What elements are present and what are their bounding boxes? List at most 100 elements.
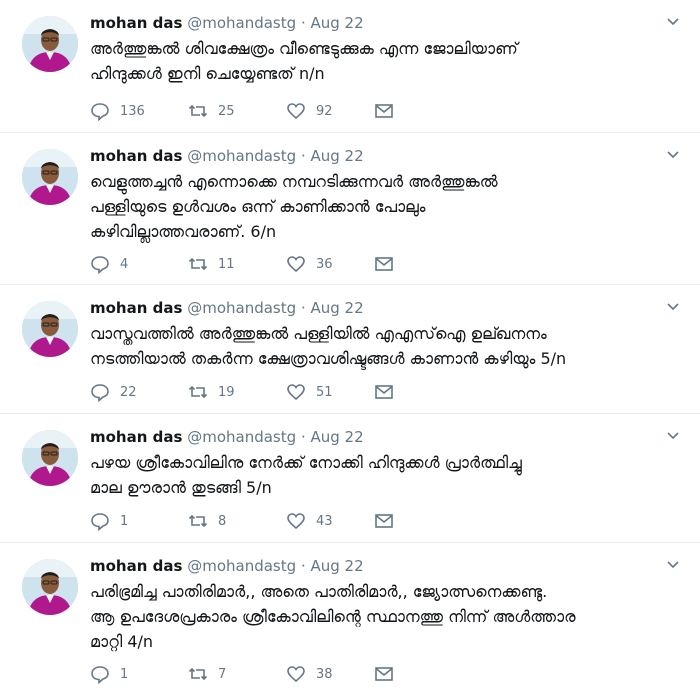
envelope-icon: [375, 514, 393, 528]
tweet-header: mohan das @mohandastg · Aug 22: [90, 426, 364, 448]
tweet-header: mohan das @mohandastg · Aug 22: [90, 145, 364, 167]
tweet-text: പഴയ ശ്രീകോവിലിനു നേർക്ക് നോക്കി ഹിന്ദുക്…: [90, 453, 522, 497]
avatar[interactable]: [22, 149, 78, 205]
dm-button[interactable]: [374, 381, 394, 403]
retweet-button[interactable]: 19: [188, 381, 235, 403]
author-handle[interactable]: @mohandastg: [187, 14, 296, 32]
heart-icon: [287, 513, 305, 530]
tweet-header: mohan das @mohandastg · Aug 22: [90, 555, 364, 577]
author-name[interactable]: mohan das: [90, 428, 182, 446]
reply-icon: [91, 513, 109, 531]
avatar[interactable]: [22, 430, 78, 486]
like-button[interactable]: 38: [286, 663, 333, 685]
like-button[interactable]: 36: [286, 253, 333, 275]
author-name[interactable]: mohan das: [90, 147, 182, 165]
like-count: 51: [316, 384, 333, 400]
author-name[interactable]: mohan das: [90, 14, 182, 32]
like-button[interactable]: 92: [286, 100, 333, 122]
reply-button[interactable]: 1: [90, 663, 128, 685]
tweet-date[interactable]: Aug 22: [311, 14, 364, 32]
retweet-icon: [188, 257, 208, 271]
retweet-icon: [188, 667, 208, 681]
envelope-icon: [375, 667, 393, 681]
chevron-down-icon[interactable]: [664, 149, 682, 163]
retweet-button[interactable]: 8: [188, 510, 226, 532]
chevron-down-icon[interactable]: [664, 559, 682, 573]
reply-icon: [91, 666, 109, 684]
reply-count: 4: [120, 256, 129, 272]
tweet[interactable]: mohan das @mohandastg · Aug 22 വെളുത്തച്…: [0, 133, 700, 285]
tweet-actions: 1 8 43: [90, 510, 510, 532]
tweet[interactable]: mohan das @mohandastg · Aug 22 അർത്തുങ്ക…: [0, 0, 700, 133]
tweet[interactable]: mohan das @mohandastg · Aug 22 പഴയ ശ്രീക…: [0, 414, 700, 543]
envelope-icon: [375, 104, 393, 118]
chevron-down-icon[interactable]: [664, 16, 682, 30]
like-button[interactable]: 43: [286, 510, 333, 532]
avatar[interactable]: [22, 16, 78, 72]
tweet-text: വാസ്തവത്തിൽ അർത്തുങ്കൽ പള്ളിയിൽ എഎസ്ഐ ഉല…: [90, 324, 567, 368]
tweet-actions: 22 19 51: [90, 381, 510, 403]
reply-icon: [91, 256, 109, 274]
author-handle[interactable]: @mohandastg: [187, 428, 296, 446]
like-button[interactable]: 51: [286, 381, 333, 403]
author-name[interactable]: mohan das: [90, 557, 182, 575]
reply-button[interactable]: 136: [90, 100, 145, 122]
reply-count: 22: [120, 384, 137, 400]
dm-button[interactable]: [374, 253, 394, 275]
tweet-actions: 136 25 92: [90, 100, 510, 122]
tweet-actions: 1 7 38: [90, 663, 510, 685]
tweet-date[interactable]: Aug 22: [311, 557, 364, 575]
heart-icon: [287, 384, 305, 401]
heart-icon: [287, 256, 305, 273]
retweet-count: 7: [218, 666, 227, 682]
dm-button[interactable]: [374, 100, 394, 122]
separator: ·: [300, 299, 306, 317]
retweet-count: 19: [218, 384, 235, 400]
tweet[interactable]: mohan das @mohandastg · Aug 22 വാസ്തവത്ത…: [0, 285, 700, 414]
heart-icon: [287, 666, 305, 683]
retweet-icon: [188, 104, 208, 118]
separator: ·: [300, 147, 306, 165]
author-handle[interactable]: @mohandastg: [187, 557, 296, 575]
retweet-button[interactable]: 7: [188, 663, 226, 685]
retweet-button[interactable]: 25: [188, 100, 235, 122]
tweet-actions: 4 11 36: [90, 253, 510, 275]
dm-button[interactable]: [374, 663, 394, 685]
envelope-icon: [375, 385, 393, 399]
tweet[interactable]: mohan das @mohandastg · Aug 22 പരിഭ്രമിച…: [0, 543, 700, 688]
tweet-text: പരിഭ്രമിച്ച പാതിരിമാർ,, അതെ പാതിരിമാർ,, …: [90, 582, 576, 651]
separator: ·: [300, 557, 306, 575]
tweet-text: വെളുത്തച്ചൻ എന്നൊക്കെ നമ്പറടിക്കുന്നവർ അ…: [90, 172, 498, 241]
retweet-icon: [188, 385, 208, 399]
author-handle[interactable]: @mohandastg: [187, 147, 296, 165]
author-handle[interactable]: @mohandastg: [187, 299, 296, 317]
dm-button[interactable]: [374, 510, 394, 532]
chevron-down-icon[interactable]: [664, 301, 682, 315]
tweet-text: അർത്തുങ്കൽ ശിവക്ഷേത്രം വീണ്ടെടുക്കുക എന്…: [90, 39, 518, 83]
reply-button[interactable]: 1: [90, 510, 128, 532]
retweet-count: 11: [218, 256, 235, 272]
retweet-count: 8: [218, 513, 227, 529]
like-count: 38: [316, 666, 333, 682]
separator: ·: [300, 428, 306, 446]
tweet-feed: mohan das @mohandastg · Aug 22 അർത്തുങ്ക…: [0, 0, 700, 688]
reply-button[interactable]: 4: [90, 253, 128, 275]
tweet-header: mohan das @mohandastg · Aug 22: [90, 297, 364, 319]
tweet-date[interactable]: Aug 22: [311, 299, 364, 317]
reply-button[interactable]: 22: [90, 381, 137, 403]
tweet-header: mohan das @mohandastg · Aug 22: [90, 12, 364, 34]
retweet-button[interactable]: 11: [188, 253, 235, 275]
tweet-date[interactable]: Aug 22: [311, 147, 364, 165]
reply-icon: [91, 103, 109, 121]
like-count: 36: [316, 256, 333, 272]
avatar[interactable]: [22, 559, 78, 615]
tweet-date[interactable]: Aug 22: [311, 428, 364, 446]
author-name[interactable]: mohan das: [90, 299, 182, 317]
retweet-icon: [188, 514, 208, 528]
chevron-down-icon[interactable]: [664, 430, 682, 444]
avatar[interactable]: [22, 301, 78, 357]
reply-count: 1: [120, 513, 129, 529]
retweet-count: 25: [218, 103, 235, 119]
reply-count: 136: [120, 103, 145, 119]
reply-icon: [91, 384, 109, 402]
